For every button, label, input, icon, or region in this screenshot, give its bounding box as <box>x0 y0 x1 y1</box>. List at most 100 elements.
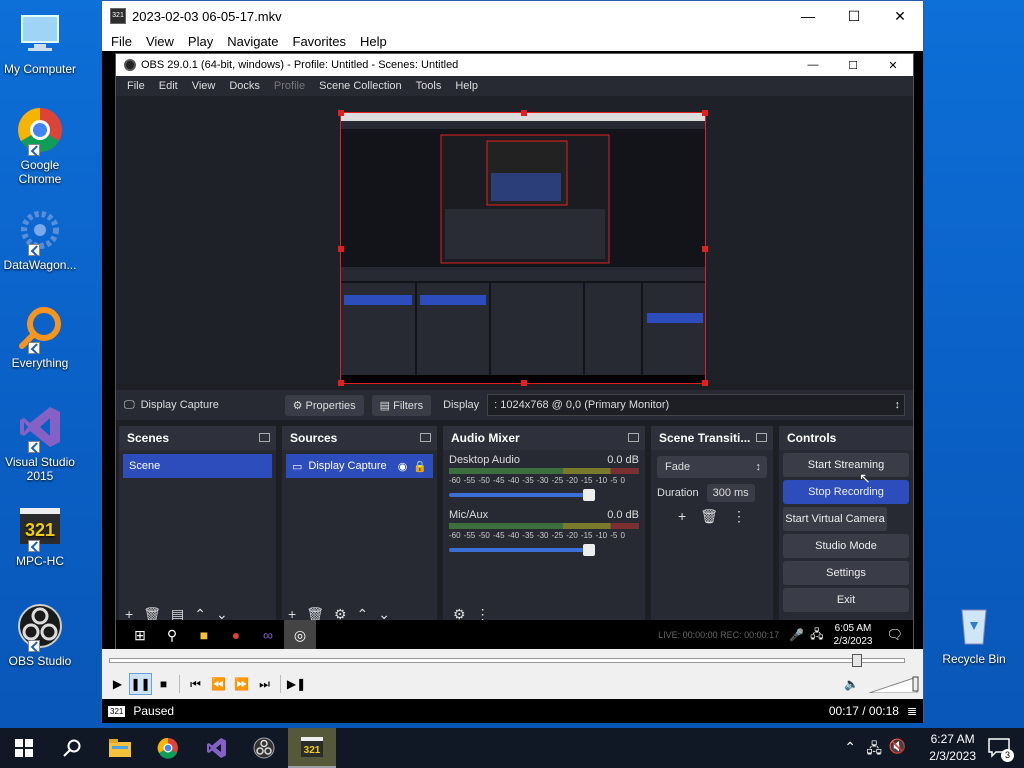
desktop-icon-chrome[interactable]: Google Chrome <box>0 106 80 186</box>
volume-meter <box>449 523 639 529</box>
previous-button[interactable]: ⏮ <box>184 673 207 695</box>
obs-menu-profile: Profile <box>273 80 306 92</box>
folder-icon: ■ <box>199 627 209 643</box>
channel-level: 0.0 dB <box>607 454 639 466</box>
studio-mode-button: Studio Mode <box>783 534 909 558</box>
obs-icon: ◎ <box>284 620 316 650</box>
stop-button[interactable]: ■ <box>152 673 175 695</box>
notification-count-badge: 3 <box>1001 749 1014 762</box>
desktop-icon-label: Everything <box>11 356 69 370</box>
computer-icon <box>16 10 64 58</box>
shortcut-arrow-icon <box>28 441 40 453</box>
transitions-title: Scene Transiti... <box>659 431 751 445</box>
desktop-icon-datawagon[interactable]: DataWagon... <box>0 206 80 272</box>
separator <box>179 675 180 693</box>
sources-title: Sources <box>290 431 338 445</box>
mpc-title-bar[interactable]: 321 2023-02-03 06-05-17.mkv — ☐ ✕ <box>102 1 923 31</box>
mpc-hc-taskbar-button[interactable]: 321 <box>288 728 336 768</box>
tick-label: -15 <box>580 476 593 485</box>
tick-label: -20 <box>566 476 578 485</box>
obs-menu-docks: Docks <box>229 80 260 92</box>
file-explorer-button[interactable] <box>96 728 144 768</box>
shortcut-arrow-icon <box>28 540 40 552</box>
eye-icon: ◉ <box>397 460 408 473</box>
obs-taskbar-button[interactable] <box>240 728 288 768</box>
visual-studio-taskbar-button[interactable] <box>192 728 240 768</box>
tick-label: -10 <box>595 476 608 485</box>
maximize-button[interactable]: ☐ <box>831 1 877 31</box>
filters-label: Filters <box>393 399 424 412</box>
speaker-icon[interactable]: 🔈 <box>840 673 863 695</box>
seek-thumb[interactable] <box>852 654 862 667</box>
seek-bar[interactable] <box>102 649 923 671</box>
close-button[interactable]: ✕ <box>877 1 923 31</box>
source-item-label: Display Capture <box>308 460 387 472</box>
video-area[interactable]: OBS 29.0.1 (64-bit, windows) - Profile: … <box>102 51 923 650</box>
menu-favorites[interactable]: Favorites <box>286 34 353 49</box>
obs-icon <box>16 602 64 652</box>
spinner-icon: ↕ <box>894 399 901 411</box>
menu-view[interactable]: View <box>139 34 181 49</box>
seek-track[interactable] <box>109 658 905 663</box>
pause-button[interactable]: ❚❚ <box>129 673 152 695</box>
controls-header: Controls <box>779 426 913 450</box>
display-value: : 1024x768 @ 0,0 (Primary Monitor) <box>494 399 670 411</box>
rewind-button[interactable]: ⏪ <box>207 673 230 695</box>
display-select: : 1024x768 @ 0,0 (Primary Monitor) ↕ <box>487 394 905 416</box>
resize-handle <box>702 246 708 252</box>
chrome-taskbar-button[interactable] <box>144 728 192 768</box>
start-button[interactable] <box>0 728 48 768</box>
next-button[interactable]: ⏭ <box>253 673 276 695</box>
desktop-icon-visual-studio[interactable]: Visual Studio 2015 <box>0 403 80 483</box>
menu-file[interactable]: File <box>104 34 139 49</box>
minimize-button[interactable]: — <box>785 1 831 31</box>
mouse-cursor-icon: ↖ <box>859 470 871 486</box>
volume-slider[interactable] <box>869 675 919 693</box>
frame-step-button[interactable]: ▶❚ <box>285 673 308 695</box>
resize-handle <box>521 380 527 386</box>
playback-time: 00:17 / 00:18 <box>828 704 899 718</box>
tick-label: -30 <box>536 531 549 540</box>
controls-dock: Controls Start Streaming Stop Recording … <box>779 426 913 626</box>
chevron-up-icon[interactable]: ⌃ <box>844 739 856 756</box>
notification-center-button[interactable]: 3 <box>988 738 1014 762</box>
audio-mixer-title: Audio Mixer <box>451 431 520 445</box>
tick-label: -10 <box>595 531 608 540</box>
resize-handle <box>338 380 344 386</box>
desktop-icon-obs-studio[interactable]: OBS Studio <box>0 602 80 668</box>
desktop-icon-my-computer[interactable]: My Computer <box>0 10 80 76</box>
desktop-icon-everything[interactable]: Everything <box>0 304 80 370</box>
sources-dock: Sources ▭ Display Capture ◉ 🔒 + 🗑 ⚙ ⌃ ⌄ <box>282 426 440 626</box>
undock-icon <box>259 433 270 442</box>
tick-label: -20 <box>566 531 578 540</box>
mpc-hc-window: 321 2023-02-03 06-05-17.mkv — ☐ ✕ File V… <box>101 0 924 723</box>
desktop-icon-recycle-bin[interactable]: Recycle Bin <box>934 600 1014 666</box>
tick-label: -25 <box>551 531 564 540</box>
network-icon[interactable]: 🖧 <box>866 738 882 762</box>
fast-forward-button[interactable]: ⏩ <box>230 673 253 695</box>
undock-icon <box>628 433 639 442</box>
monitor-icon: ▭ <box>292 460 303 473</box>
meter-ticks: -60 -55 -50 -45 -40 -35 -30 -25 -20 -15 -10 -5 0 <box>449 531 639 540</box>
menu-navigate[interactable]: Navigate <box>220 34 285 49</box>
obs-minimize-button: — <box>807 58 819 71</box>
tick-label: -60 <box>449 531 461 540</box>
statusbar-options-icon[interactable]: ≣ <box>907 704 917 718</box>
shortcut-arrow-icon <box>28 144 40 156</box>
mpc-app-icon: 321 <box>110 8 126 24</box>
svg-text:321: 321 <box>304 745 321 756</box>
menu-play[interactable]: Play <box>181 34 220 49</box>
desktop-icon-mpc-hc[interactable]: 321 MPC-HC <box>0 502 80 568</box>
obs-maximize-button: ☐ <box>848 59 858 72</box>
controls-title: Controls <box>787 431 837 445</box>
visual-studio-icon: ∞ <box>263 627 273 643</box>
speaker-icon[interactable]: 🔇 <box>889 738 906 755</box>
search-button[interactable] <box>48 728 96 768</box>
play-button[interactable]: ▶ <box>106 673 129 695</box>
desktop-icon-label: OBS Studio <box>8 654 72 668</box>
volume-meter <box>449 468 639 474</box>
chrome-icon <box>16 106 64 156</box>
taskbar-clock[interactable]: 6:27 AM 2/3/2023 <box>929 731 976 765</box>
audio-mixer-header: Audio Mixer <box>443 426 645 450</box>
menu-help[interactable]: Help <box>353 34 394 49</box>
